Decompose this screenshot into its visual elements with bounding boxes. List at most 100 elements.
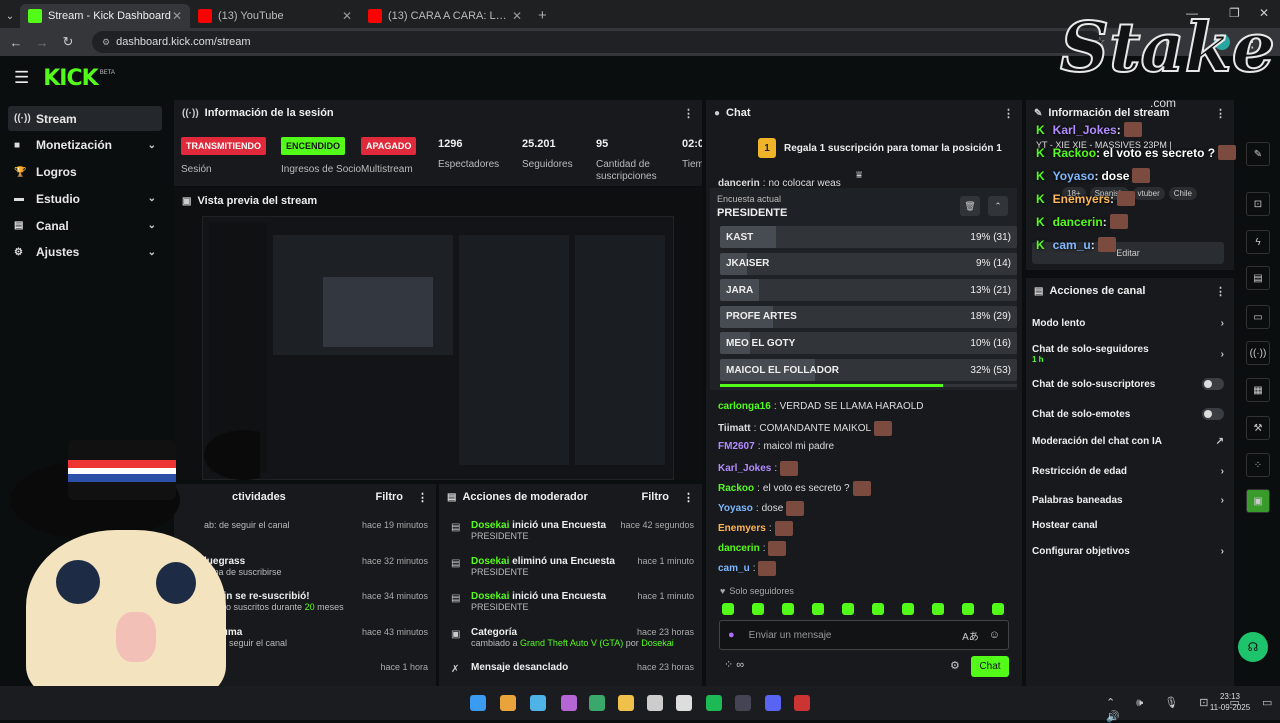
- clipboard-icon[interactable]: ▤: [1246, 266, 1270, 290]
- channel-action-item[interactable]: Chat de solo-suscriptores: [1032, 378, 1224, 390]
- excel-icon[interactable]: [589, 695, 605, 711]
- emote-icon[interactable]: [774, 521, 793, 536]
- app-icon[interactable]: ▣: [1246, 489, 1270, 513]
- sidebar-item-canal[interactable]: ▤ Canal ⌄: [8, 213, 162, 238]
- chat-username[interactable]: FM2607: [718, 441, 755, 452]
- sidebar-item-estudio[interactable]: ▬ Estudio ⌄: [8, 186, 162, 211]
- sidebar-item-stream[interactable]: ((·)) Stream: [8, 106, 162, 131]
- chat-username[interactable]: cam_u: [718, 563, 750, 574]
- mod-action-row[interactable]: ▣ Categoría cambiado a Grand Theft Auto V …: [439, 627, 702, 657]
- channel-actions-menu-icon[interactable]: ⋮: [1215, 285, 1226, 298]
- translate-icon[interactable]: Aあ: [962, 628, 979, 643]
- emote-icon[interactable]: [780, 461, 799, 476]
- session-menu-icon[interactable]: ⋮: [683, 107, 694, 120]
- mod-action-row[interactable]: ▤ Dosekai eliminó una Encuesta PRESIDENTE h…: [439, 556, 702, 586]
- emote-icon[interactable]: [768, 541, 787, 556]
- c-app-icon[interactable]: [530, 695, 546, 711]
- chevron-down-icon[interactable]: ⌄: [148, 140, 156, 151]
- collapse-icon[interactable]: ⌃: [988, 196, 1008, 216]
- back-button[interactable]: ←: [6, 35, 26, 50]
- emote-icon[interactable]: [842, 603, 854, 615]
- poll-option[interactable]: MEO EL GOTY 10% (16): [720, 332, 1017, 355]
- browser-tab[interactable]: (13) YouTube ✕: [190, 4, 360, 28]
- poll-option[interactable]: PROFE ARTES 18% (29): [720, 305, 1017, 328]
- mod-username[interactable]: Dosekai: [641, 638, 674, 648]
- emote-icon[interactable]: [902, 603, 914, 615]
- pin-icon[interactable]: ⩸: [856, 170, 862, 181]
- mod-menu-icon[interactable]: ⋮: [683, 491, 694, 504]
- mod-username[interactable]: Dosekai: [471, 591, 509, 602]
- emote-icon[interactable]: [962, 603, 974, 615]
- url-field[interactable]: ⚙ dashboard.kick.com/stream: [92, 31, 1102, 53]
- external-link-icon[interactable]: ↗: [1216, 436, 1224, 447]
- sidebar-item-monetización[interactable]: ■ Monetización ⌄: [8, 133, 162, 158]
- wrench-icon[interactable]: ⚒: [1246, 416, 1270, 440]
- obs-icon[interactable]: [647, 695, 663, 711]
- emote-icon[interactable]: [722, 603, 734, 615]
- windows-start-icon[interactable]: [470, 695, 486, 711]
- emote-icon[interactable]: [758, 561, 777, 576]
- kick-app-icon[interactable]: [794, 695, 810, 711]
- mod-username[interactable]: Dosekai: [471, 520, 509, 531]
- chat-username[interactable]: Enemyers: [718, 523, 766, 534]
- spotify-icon[interactable]: [706, 695, 722, 711]
- chevron-right-icon[interactable]: ›: [1221, 546, 1224, 557]
- channel-action-item[interactable]: Palabras baneadas ›: [1032, 495, 1224, 506]
- chevron-down-icon[interactable]: ⌄: [148, 193, 156, 204]
- emote-icon[interactable]: [992, 603, 1004, 615]
- emote-icon[interactable]: [786, 501, 805, 516]
- channel-action-item[interactable]: Chat de solo-emotes: [1032, 408, 1224, 420]
- mic-icon[interactable]: ●: [728, 629, 735, 641]
- vscode-icon[interactable]: [561, 695, 577, 711]
- bot-icon[interactable]: ⁘: [1246, 453, 1270, 477]
- channel-action-item[interactable]: Configurar objetivos ›: [1032, 546, 1224, 557]
- chat-username[interactable]: Rackoo: [718, 483, 754, 494]
- chevron-down-icon[interactable]: ⌄: [148, 220, 156, 231]
- stream-info-menu-icon[interactable]: ⋮: [1215, 107, 1226, 120]
- reload-button[interactable]: ↻: [58, 34, 78, 50]
- emote-icon[interactable]: [782, 603, 794, 615]
- mod-filter-button[interactable]: Filtro: [642, 491, 670, 503]
- close-tab-icon[interactable]: ✕: [172, 9, 182, 23]
- chat-username[interactable]: carlonga16: [718, 401, 771, 412]
- sidebar-item-logros[interactable]: 🏆 Logros: [8, 160, 162, 185]
- clock[interactable]: 23:13 11-09-2025: [1208, 691, 1252, 713]
- tab-search-button[interactable]: ⌄: [0, 4, 20, 28]
- mod-action-row[interactable]: ▤ Dosekai inició una Encuesta PRESIDENTE ha…: [439, 520, 702, 550]
- mod-action-row[interactable]: ▤ Dosekai inició una Encuesta PRESIDENTE ha…: [439, 591, 702, 621]
- toggle-switch[interactable]: [1202, 378, 1224, 390]
- poll-option[interactable]: KAST 19% (31): [720, 226, 1017, 248]
- chat-username[interactable]: Karl_Jokes: [718, 463, 771, 474]
- channel-action-item[interactable]: Hostear canal: [1032, 520, 1224, 531]
- sidebar-item-ajustes[interactable]: ⚙ Ajustes ⌄: [8, 240, 162, 265]
- chat-send-button[interactable]: Chat: [971, 656, 1009, 677]
- chevron-down-icon[interactable]: ⌄: [148, 247, 156, 258]
- chat-bot-icon[interactable]: ⁘ ∞: [724, 658, 744, 671]
- channel-action-item[interactable]: Modo lento ›: [1032, 318, 1224, 329]
- chrome-icon[interactable]: [500, 695, 516, 711]
- k-app-icon[interactable]: [676, 695, 692, 711]
- lightning-icon[interactable]: ϟ: [1246, 230, 1270, 254]
- toggle-switch[interactable]: [1202, 408, 1224, 420]
- chat-username[interactable]: Tiimatt: [718, 423, 751, 434]
- activities-menu-icon[interactable]: ⋮: [417, 491, 428, 504]
- chevron-right-icon[interactable]: ›: [1221, 495, 1224, 506]
- notifications-icon[interactable]: ▭: [1262, 696, 1272, 709]
- emote-icon[interactable]: [852, 481, 871, 496]
- emote-icon[interactable]: [752, 603, 764, 615]
- emote-icon[interactable]: [874, 421, 893, 436]
- support-icon[interactable]: ☊: [1238, 632, 1268, 662]
- chevron-right-icon[interactable]: ›: [1221, 349, 1224, 360]
- emoji-icon[interactable]: ☺: [989, 629, 1000, 641]
- sub-leaderboard[interactable]: 1 Regala 1 suscripción para tomar la pos…: [758, 138, 1002, 158]
- steam-icon[interactable]: [735, 695, 751, 711]
- forward-button[interactable]: →: [32, 35, 52, 50]
- close-tab-icon[interactable]: ✕: [342, 9, 352, 23]
- browser-tab[interactable]: (13) CARA A CARA: La ronda de✕: [360, 4, 530, 28]
- activities-filter-button[interactable]: Filtro: [376, 491, 404, 503]
- channel-action-item[interactable]: Chat de solo-seguidores 1 h ›: [1032, 344, 1224, 364]
- mod-action-row[interactable]: ✗ Mensaje desanclado hace 23 horas: [439, 662, 702, 686]
- chat-input[interactable]: ● Enviar un mensaje Aあ ☺: [719, 620, 1009, 650]
- discord-icon[interactable]: [765, 695, 781, 711]
- poll-option[interactable]: MAICOL EL FOLLADOR 32% (53): [720, 359, 1017, 381]
